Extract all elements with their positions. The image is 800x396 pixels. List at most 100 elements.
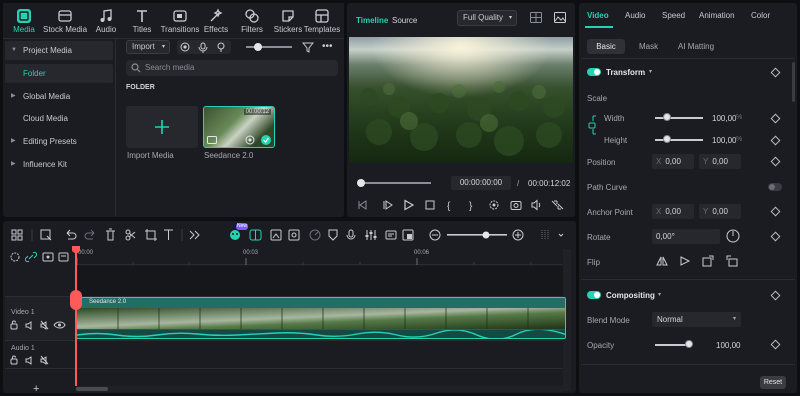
speed-icon[interactable]	[309, 229, 321, 241]
voiceover-icon[interactable]	[217, 42, 225, 52]
blend-mode-dropdown[interactable]: Normal ▾	[652, 312, 741, 327]
grid-view-icon[interactable]	[530, 12, 542, 23]
compositing-toggle[interactable]	[587, 291, 601, 299]
reset-button[interactable]: Reset	[760, 376, 786, 389]
zoom-out-icon[interactable]	[429, 229, 441, 241]
height-value[interactable]: 100,00	[712, 136, 736, 145]
snapshot-image-icon[interactable]	[554, 12, 566, 23]
media-clip-thumbnail[interactable]: 00:00:12	[203, 106, 275, 148]
record-screen-icon[interactable]	[180, 42, 190, 52]
ai-feature-icon[interactable]	[230, 230, 240, 240]
speaker-icon[interactable]	[25, 356, 32, 365]
microphone-icon[interactable]	[198, 42, 208, 53]
sidebar-item-project-media[interactable]: ▼ Project Media	[5, 41, 113, 60]
snap-icon[interactable]	[58, 252, 69, 262]
mask-shield-icon[interactable]	[328, 229, 338, 241]
camera-snapshot-icon[interactable]	[510, 201, 522, 210]
fullscreen-icon[interactable]	[551, 200, 564, 210]
step-back-icon[interactable]	[383, 200, 393, 210]
lock-icon[interactable]	[10, 320, 18, 330]
text-tool-icon[interactable]	[164, 229, 173, 240]
tab-source[interactable]: Source	[392, 16, 417, 25]
sidebar-item-cloud-media[interactable]: Cloud Media	[5, 109, 113, 128]
toolbar-templates[interactable]: Templates	[301, 6, 343, 36]
flip-horizontal-icon[interactable]	[656, 256, 668, 266]
add-track-icon[interactable]: +	[33, 383, 39, 395]
lock-icon[interactable]	[10, 355, 18, 365]
position-x-field[interactable]: X 0,00	[652, 154, 694, 169]
mark-in-icon[interactable]: {	[447, 201, 451, 211]
rotate-field[interactable]: 0,00°	[652, 229, 720, 244]
auto-caption-icon[interactable]	[385, 230, 397, 240]
quality-dropdown[interactable]: Full Quality ▾	[457, 10, 517, 26]
undo-icon[interactable]	[66, 229, 77, 240]
width-value[interactable]: 100,00	[712, 114, 736, 123]
link-icon[interactable]	[24, 251, 38, 263]
import-media-tile[interactable]	[126, 106, 198, 148]
layout-grid-icon[interactable]	[11, 229, 23, 241]
opacity-slider-knob[interactable]	[685, 340, 693, 348]
playhead-marker[interactable]	[70, 290, 82, 310]
ai-copilot-icon[interactable]	[249, 229, 262, 241]
opacity-slider[interactable]	[655, 344, 689, 346]
chevron-down-icon[interactable]: ▾	[658, 291, 661, 298]
sidebar-item-folder[interactable]: Folder	[5, 64, 113, 83]
tab-video[interactable]: Video	[587, 11, 609, 20]
previous-frame-icon[interactable]	[358, 200, 367, 210]
zoom-in-icon[interactable]	[512, 229, 524, 241]
track-settings-icon[interactable]	[10, 252, 20, 262]
sidebar-item-influence-kit[interactable]: ▶ Influence Kit	[5, 155, 113, 174]
rotate-dial-icon[interactable]	[726, 229, 740, 243]
volume-icon[interactable]	[531, 199, 541, 211]
chevron-down-icon[interactable]	[558, 233, 564, 237]
mute-icon[interactable]	[40, 320, 49, 330]
mute-icon[interactable]	[40, 355, 49, 365]
tab-speed[interactable]: Speed	[662, 11, 685, 20]
position-y-field[interactable]: Y 0,00	[699, 154, 741, 169]
playhead-line[interactable]	[75, 248, 77, 386]
zoom-slider-knob[interactable]	[482, 231, 490, 239]
crop-icon[interactable]	[145, 229, 157, 241]
chevron-down-icon[interactable]: ▾	[649, 68, 652, 75]
settings-gear-icon[interactable]	[489, 200, 499, 210]
playhead-handle[interactable]	[72, 246, 80, 254]
delete-icon[interactable]	[106, 228, 115, 241]
thumbnail-size-slider[interactable]	[246, 46, 292, 48]
toolbar-stock-media[interactable]: Stock Media	[43, 6, 87, 36]
sidebar-item-editing-presets[interactable]: ▶ Editing Presets	[5, 132, 113, 151]
picture-in-picture-icon[interactable]	[402, 229, 414, 241]
timeline-hscroll-thumb[interactable]	[76, 387, 108, 391]
transform-toggle[interactable]	[587, 68, 601, 76]
tab-animation[interactable]: Animation	[699, 11, 735, 20]
voice-record-icon[interactable]	[346, 229, 356, 240]
redo-icon[interactable]	[84, 229, 95, 240]
rotate-right-icon[interactable]	[726, 255, 738, 267]
subtab-mask[interactable]: Mask	[639, 42, 658, 51]
split-icon[interactable]	[125, 229, 136, 241]
anchor-y-field[interactable]: Y 0,00	[699, 204, 741, 219]
grid-dots-icon[interactable]	[541, 230, 549, 240]
tab-color[interactable]: Color	[751, 11, 770, 20]
scrubber-knob[interactable]	[357, 179, 365, 187]
more-tools-icon[interactable]	[189, 230, 200, 240]
scene-detect-icon[interactable]	[270, 229, 282, 241]
speaker-icon[interactable]	[25, 321, 32, 330]
playback-scrubber[interactable]	[359, 182, 431, 184]
anchor-x-field[interactable]: X 0,00	[652, 204, 694, 219]
more-options-icon[interactable]: •••	[322, 41, 333, 52]
search-input[interactable]: Search media	[126, 60, 338, 76]
thumbnail-size-knob[interactable]	[254, 43, 262, 51]
height-slider-knob[interactable]	[663, 135, 671, 143]
lock-ratio-icon[interactable]	[587, 114, 597, 136]
stop-icon[interactable]	[425, 200, 435, 210]
toolbar-media[interactable]: Media	[3, 6, 45, 36]
timeline-hscroll-track[interactable]	[76, 386, 563, 392]
mark-out-icon[interactable]: }	[469, 201, 473, 211]
opacity-value[interactable]: 100,00	[716, 341, 740, 350]
rotate-left-icon[interactable]	[702, 255, 714, 267]
timeline-ruler[interactable]: 00:00 00:03 00:06	[76, 247, 563, 265]
filter-icon[interactable]	[302, 41, 314, 53]
subtab-basic[interactable]: Basic	[587, 39, 625, 54]
audio-mixer-icon[interactable]	[365, 230, 377, 240]
import-dropdown[interactable]: Import ▾	[126, 40, 170, 54]
